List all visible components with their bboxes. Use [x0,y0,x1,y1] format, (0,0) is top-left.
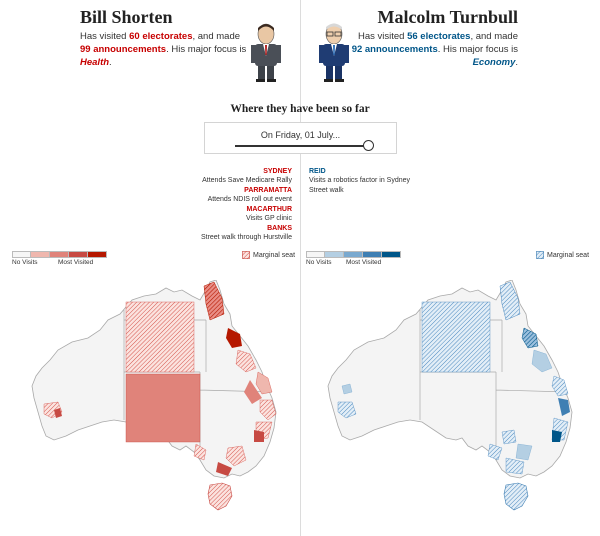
marginal-hatch-icon [242,251,250,259]
legend-no-visits: No Visits [306,259,332,266]
tasmania[interactable] [207,482,233,511]
shorten-avatar [251,23,281,82]
legend-swatch [31,251,50,258]
tasmania[interactable] [503,482,529,511]
event-description: Attends NDIS roll out event [207,196,292,203]
event-place: REID [309,168,326,175]
shorten-events: SYDNEY Attends Save Medicare Rally PARRAMA… [172,167,292,243]
section-title: Where they have been so far [230,103,370,115]
turnbull-marginal-key: Marginal seat [536,251,589,259]
event-description: Attends Save Medicare Rally [202,177,292,184]
event-description: Street walk [309,187,344,194]
date-slider[interactable]: On Friday, 01 July... [204,122,397,154]
shorten-marginal-key: Marginal seat [242,251,295,259]
electorate-riverina[interactable] [501,429,517,445]
turnbull-map[interactable] [306,280,591,520]
turnbull-announcements: 92 announcements [351,44,438,55]
shorten-focus: Health [80,57,110,68]
turnbull-color-scale [306,251,401,258]
electorate-grey[interactable] [125,373,201,443]
legend-most-visited: Most Visited [58,259,94,266]
legend-swatch [12,251,31,258]
turnbull-legend: No Visits Most Visited [306,251,401,269]
event-description: Street walk through Hurstville [200,234,292,241]
legend-swatch [325,251,344,258]
event-place: PARRAMATTA [244,187,292,194]
legend-swatch [50,251,69,258]
turnbull-name: Malcolm Turnbull [377,7,518,27]
event-description: Visits a robotics factor in Sydney [309,177,411,184]
shorten-announcements: 99 announcements [80,44,167,55]
event-place: MACARTHUR [246,206,293,213]
legend-swatch [306,251,325,258]
legend-most-visited: Most Visited [346,259,382,266]
turnbull-summary: Has visited 56 electorates, and made 92 … [351,31,518,68]
shorten-electorates: 60 electorates [129,31,193,42]
shorten-color-scale [12,251,107,258]
turnbull-header: Malcolm Turnbull Has visited 56 electora… [318,6,518,69]
legend-swatch [69,251,88,258]
event-place: BANKS [267,225,292,232]
legend-swatch [382,251,401,258]
electorate-sydney-cluster[interactable] [254,430,264,442]
event-description: Visits GP clinic [245,215,292,222]
slider-handle[interactable] [363,140,374,151]
electorate-lingiari[interactable] [125,301,195,373]
marginal-label: Marginal seat [253,251,296,259]
legend-swatch [344,251,363,258]
slider-date-label: On Friday, 01 July... [260,130,341,140]
shorten-legend: No Visits Most Visited [12,251,107,269]
center-divider [300,0,301,536]
marginal-label: Marginal seat [547,251,590,259]
legend-swatch [88,251,107,258]
shorten-map[interactable] [10,280,295,520]
legend-swatch [363,251,382,258]
turnbull-events: REID Visits a robotics factor in Sydney St… [309,167,429,196]
slider-track[interactable] [235,145,367,147]
event-place: SYDNEY [263,168,292,175]
turnbull-electorates: 56 electorates [407,31,471,42]
turnbull-focus: Economy [472,57,516,68]
electorate-durack-coast[interactable] [341,383,353,395]
legend-no-visits: No Visits [12,259,38,266]
marginal-hatch-icon [536,251,544,259]
electorate-lingiari[interactable] [421,301,491,373]
